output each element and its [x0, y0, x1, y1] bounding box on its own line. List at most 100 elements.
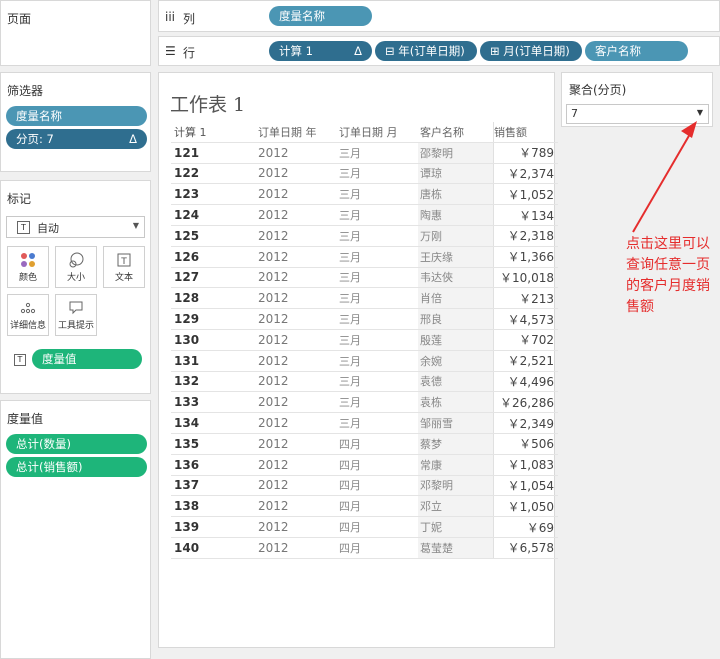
chevron-down-icon: ▼ [132, 221, 139, 230]
sales-cell: ￥4,496 [493, 371, 558, 393]
measure-pill-quantity[interactable]: 总计(数量) [6, 434, 147, 454]
marks-field-pill[interactable]: 度量值 [32, 349, 142, 369]
sales-cell: ￥789 [493, 142, 558, 164]
customer-cell: 谭琼 [418, 163, 494, 185]
column-header[interactable]: 客户名称 [418, 122, 494, 143]
month-cell: 三月 [337, 371, 418, 393]
calc-cell: 140 [171, 537, 254, 559]
sales-cell: ￥1,052 [493, 183, 558, 206]
month-cell: 三月 [337, 183, 418, 206]
sales-cell: ￥1,054 [493, 475, 558, 497]
year-cell: 2012 [254, 454, 337, 476]
month-cell: 三月 [337, 142, 418, 164]
table-row[interactable]: 125 2012 三月 万刚 ￥2,318 [171, 225, 558, 247]
table-row[interactable]: 123 2012 三月 唐栋 ￥1,052 [171, 183, 558, 206]
text-button[interactable]: T 文本 [103, 246, 145, 288]
columns-shelf: iii 列 度量名称 [158, 0, 720, 32]
tooltip-icon [56, 300, 96, 316]
color-button[interactable]: 颜色 [7, 246, 49, 288]
column-header[interactable]: 订单日期 年 [254, 122, 337, 143]
measure-values-title: 度量值 [7, 412, 44, 426]
sales-cell: ￥2,374 [493, 163, 558, 185]
rows-shelf: ☰ 行 计算 1 Δ ⊟ 年(订单日期) ⊞ 月(订单日期) 客户名称 [158, 36, 720, 66]
table-row[interactable]: 134 2012 三月 邹丽雪 ￥2,349 [171, 412, 558, 434]
table-header-row: 计算 1 订单日期 年 订单日期 月 客户名称 销售额 [171, 122, 558, 143]
delta-icon: Δ [354, 44, 362, 58]
measure-pill-sales[interactable]: 总计(销售额) [6, 457, 147, 477]
rows-pill-calc1[interactable]: 计算 1 Δ [269, 41, 372, 61]
filter-pill-measure-names[interactable]: 度量名称 [6, 106, 147, 126]
sales-cell: ￥6,578 [493, 537, 558, 559]
marks-panel: 标记 T 自动 ▼ 颜色 大小 T 文本 详细信息 工具提示 T 度量值 [0, 180, 151, 394]
svg-text:T: T [120, 257, 127, 267]
customer-cell: 邓黎明 [418, 475, 494, 497]
calc-cell: 136 [171, 454, 254, 476]
year-cell: 2012 [254, 267, 337, 289]
columns-pill-label: 度量名称 [279, 9, 325, 23]
table-row[interactable]: 128 2012 三月 肖倍 ￥213 [171, 287, 558, 310]
table-row[interactable]: 132 2012 三月 袁德 ￥4,496 [171, 371, 558, 393]
page-dropdown[interactable]: 7 ▼ [566, 104, 709, 124]
column-header[interactable]: 订单日期 月 [337, 122, 418, 143]
sales-cell: ￥1,050 [493, 495, 558, 518]
month-cell: 三月 [337, 246, 418, 268]
filter-pill-page[interactable]: 分页: 7 Δ [6, 129, 147, 149]
chevron-down-icon[interactable]: ▼ [697, 108, 703, 117]
sales-cell: ￥2,521 [493, 350, 558, 372]
month-cell: 三月 [337, 225, 418, 247]
table-row[interactable]: 136 2012 四月 常康 ￥1,083 [171, 454, 558, 476]
tooltip-button-label: 工具提示 [57, 321, 94, 331]
measure-values-panel: 度量值 总计(数量) 总计(销售额) [0, 400, 151, 659]
rows-pill-month[interactable]: ⊞ 月(订单日期) [480, 41, 582, 61]
table-row[interactable]: 140 2012 四月 葛莹楚 ￥6,578 [171, 537, 558, 559]
table-row[interactable]: 130 2012 三月 殷莲 ￥702 [171, 329, 558, 351]
customer-cell: 邓立 [418, 495, 494, 518]
text-mark-icon: T [17, 221, 30, 234]
table-row[interactable]: 127 2012 三月 韦达俠 ￥10,018 [171, 267, 558, 289]
column-header[interactable]: 销售额 [493, 122, 558, 143]
year-cell: 2012 [254, 412, 337, 434]
calc-cell: 137 [171, 475, 254, 497]
rows-icon: ☰ [165, 44, 176, 58]
detail-button[interactable]: 详细信息 [7, 294, 49, 336]
year-cell: 2012 [254, 163, 337, 185]
tooltip-button[interactable]: 工具提示 [55, 294, 97, 336]
year-cell: 2012 [254, 183, 337, 206]
filter-pill-label: 分页: 7 [16, 132, 54, 146]
customer-cell: 肖倍 [418, 287, 494, 310]
month-cell: 四月 [337, 516, 418, 538]
month-cell: 四月 [337, 495, 418, 518]
table-row[interactable]: 126 2012 三月 王庆缘 ￥1,366 [171, 246, 558, 268]
table-row[interactable]: 121 2012 三月 邵黎明 ￥789 [171, 142, 558, 164]
size-button[interactable]: 大小 [55, 246, 97, 288]
table-row[interactable]: 131 2012 三月 余婉 ￥2,521 [171, 350, 558, 372]
mark-type-dropdown[interactable]: T 自动 ▼ [6, 216, 145, 238]
rows-pill-label: 客户名称 [595, 44, 641, 58]
table-row[interactable]: 133 2012 三月 袁栋 ￥26,286 [171, 391, 558, 414]
table-row[interactable]: 129 2012 三月 邢良 ￥4,573 [171, 308, 558, 330]
sales-cell: ￥26,286 [493, 391, 558, 414]
sales-cell: ￥702 [493, 329, 558, 351]
year-cell: 2012 [254, 516, 337, 538]
table-row[interactable]: 122 2012 三月 谭琼 ￥2,374 [171, 163, 558, 185]
size-button-label: 大小 [66, 273, 85, 283]
page-control-card: 聚合(分页) 7 ▼ [561, 72, 713, 127]
columns-pill-measure-names[interactable]: 度量名称 [269, 6, 372, 26]
table-row[interactable]: 137 2012 四月 邓黎明 ￥1,054 [171, 475, 558, 497]
measure-pill-label: 总计(数量) [16, 437, 71, 451]
rows-pill-year[interactable]: ⊟ 年(订单日期) [375, 41, 477, 61]
customer-cell: 邢良 [418, 308, 494, 330]
color-dots-icon [8, 252, 48, 268]
table-row[interactable]: 139 2012 四月 丁妮 ￥69 [171, 516, 558, 538]
table-row[interactable]: 135 2012 四月 蔡梦 ￥506 [171, 433, 558, 455]
year-cell: 2012 [254, 475, 337, 497]
customer-cell: 陶惠 [418, 204, 494, 226]
calc-cell: 134 [171, 412, 254, 434]
column-header[interactable]: 计算 1 [171, 122, 254, 143]
table-row[interactable]: 138 2012 四月 邓立 ￥1,050 [171, 495, 558, 518]
table-row[interactable]: 124 2012 三月 陶惠 ￥134 [171, 204, 558, 226]
rows-pill-customer[interactable]: 客户名称 [585, 41, 688, 61]
text-icon: T [104, 252, 144, 268]
customer-cell: 蔡梦 [418, 433, 494, 455]
month-cell: 四月 [337, 433, 418, 455]
